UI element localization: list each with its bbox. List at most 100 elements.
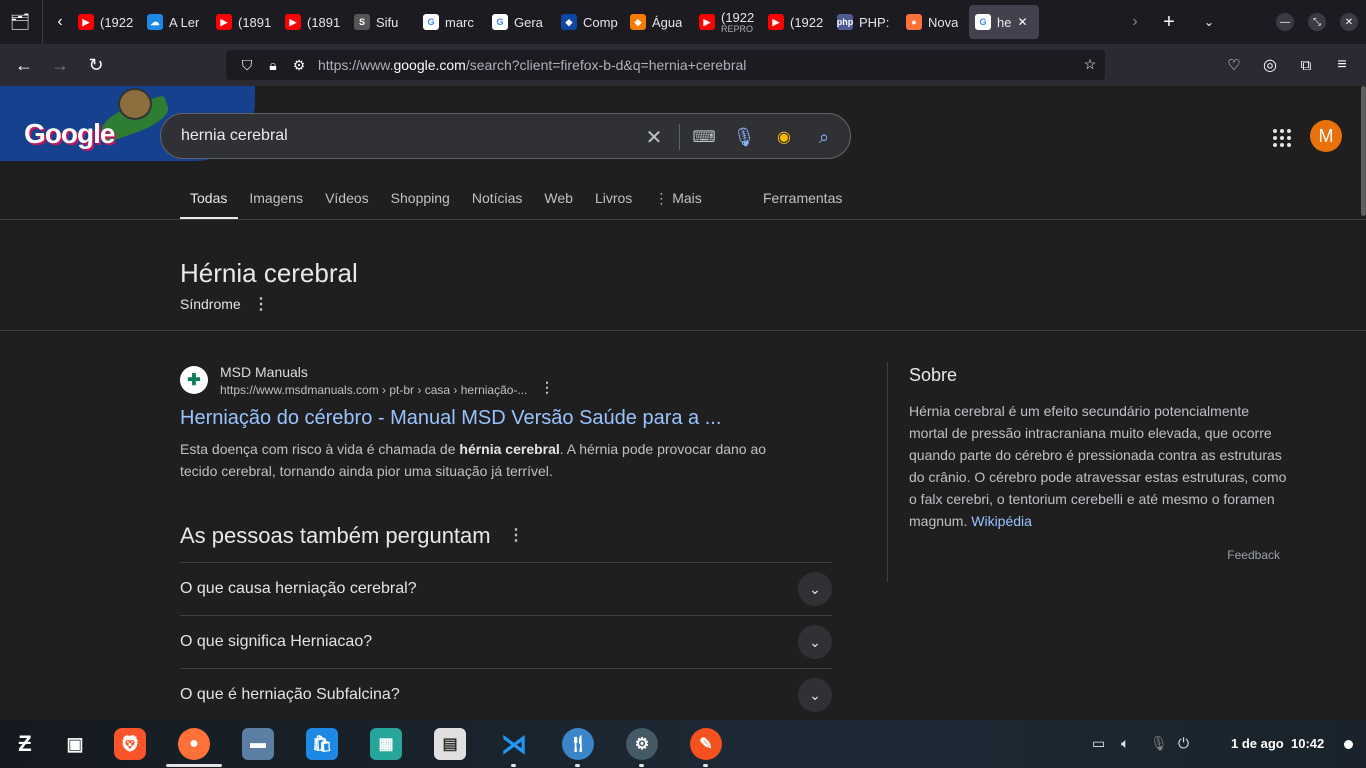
zorin-menu-icon[interactable]: Ƶ bbox=[9, 728, 41, 760]
restore-window-icon[interactable]: ⤡ bbox=[1302, 5, 1332, 39]
text-editor-icon[interactable]: ▤ bbox=[434, 728, 466, 760]
chevron-down-icon[interactable]: ⌄ bbox=[798, 572, 832, 606]
forward-arrow-icon[interactable]: → bbox=[42, 49, 78, 81]
notification-dot-icon[interactable] bbox=[1344, 740, 1353, 749]
account-icon[interactable]: ◎ bbox=[1252, 49, 1288, 81]
list-tabs-chevron-icon[interactable]: ⌄ bbox=[1192, 5, 1226, 39]
paa-question[interactable]: O que causa herniação cerebral? ⌄ bbox=[180, 562, 832, 615]
browser-tab[interactable]: Ghe ✕ bbox=[969, 5, 1039, 39]
browser-tab[interactable]: G Gera bbox=[486, 5, 555, 39]
clear-search-icon[interactable]: ✕ bbox=[641, 124, 667, 150]
new-tab-plus-icon[interactable]: + bbox=[1152, 5, 1186, 39]
system-monitor-icon[interactable]: ▦ bbox=[370, 728, 402, 760]
tab-favicon-icon: php bbox=[837, 14, 853, 30]
minimize-window-icon[interactable]: — bbox=[1270, 5, 1300, 39]
permissions-icon[interactable]: ⚙ bbox=[286, 57, 312, 74]
browser-tab[interactable]: php PHP: bbox=[831, 5, 900, 39]
search-box[interactable]: hernia cerebral ✕ ⌨ 🎙︎ ◉ ⌕ bbox=[160, 113, 851, 159]
close-window-icon[interactable]: ✕ bbox=[1334, 5, 1364, 39]
lock-icon[interactable]: 🔒︎ bbox=[260, 57, 286, 74]
tab-overview-icon[interactable]: 🗂 bbox=[3, 5, 37, 39]
chevron-down-icon[interactable]: ⌄ bbox=[798, 625, 832, 659]
browser-tab[interactable]: ▶ (1891 bbox=[279, 5, 348, 39]
google-apps-grid-icon[interactable] bbox=[1270, 126, 1294, 150]
microphone-icon[interactable]: 🎙︎ bbox=[731, 124, 757, 150]
tab-title: Nova bbox=[928, 14, 959, 30]
search-input[interactable]: hernia cerebral bbox=[181, 127, 288, 145]
volume-icon[interactable]: 🔈︎ bbox=[1121, 735, 1129, 752]
browser-tab[interactable]: ◆ Água bbox=[624, 5, 693, 39]
browser-tab[interactable]: ☁ A Ler bbox=[141, 5, 210, 39]
bookmark-star-icon[interactable]: ☆ bbox=[1077, 56, 1103, 73]
browser-tab[interactable]: ▶ (1922 bbox=[762, 5, 831, 39]
brave-browser-icon[interactable]: 🦁︎ bbox=[114, 728, 146, 760]
microphone-tray-icon[interactable]: 🎙︎ bbox=[1150, 735, 1168, 752]
chevron-down-icon[interactable]: ⌄ bbox=[798, 678, 832, 712]
result-site-name[interactable]: MSD Manuals bbox=[220, 364, 308, 380]
keyboard-icon[interactable]: ⌨ bbox=[691, 124, 717, 150]
menu-hamburger-icon[interactable]: ≡ bbox=[1324, 49, 1360, 81]
pocket-icon[interactable]: ♡ bbox=[1216, 49, 1252, 81]
software-store-icon[interactable]: 🛍︎ bbox=[306, 728, 338, 760]
search-tab-livros[interactable]: Livros bbox=[584, 180, 643, 220]
knowledge-more-options-icon[interactable]: ⋮ bbox=[253, 294, 269, 314]
browser-tab[interactable]: ◆ Comp bbox=[555, 5, 624, 39]
result-url[interactable]: https://www.msdmanuals.com › pt-br › cas… bbox=[220, 383, 527, 397]
feedback-link[interactable]: Feedback bbox=[1227, 548, 1280, 562]
search-tab-todas[interactable]: Todas bbox=[180, 180, 239, 220]
result-more-options-icon[interactable]: ⋮ bbox=[540, 379, 554, 396]
browser-tab[interactable]: ● Nova bbox=[900, 5, 969, 39]
browser-tab[interactable]: ▶ (1891 bbox=[210, 5, 279, 39]
result-title-link[interactable]: Herniação do cérebro - Manual MSD Versão… bbox=[180, 407, 721, 430]
search-icon[interactable]: ⌕ bbox=[811, 124, 837, 150]
clock[interactable]: 1 de ago 10:42 bbox=[1231, 736, 1324, 751]
shield-icon[interactable]: ⛉ bbox=[234, 57, 260, 74]
url-text[interactable]: https://www.google.com/search?client=fir… bbox=[318, 57, 746, 73]
tools-button[interactable]: Ferramentas bbox=[763, 190, 842, 206]
browser-tab[interactable]: ▶ (1922 REPRO bbox=[693, 5, 762, 39]
tab-title: Comp bbox=[583, 14, 618, 30]
tabs-scroll-right-icon[interactable]: › bbox=[1118, 5, 1152, 39]
power-icon[interactable]: ⏻ bbox=[1178, 735, 1189, 752]
reload-icon[interactable]: ↻ bbox=[78, 49, 114, 81]
tab-favicon-icon: G bbox=[975, 14, 991, 30]
more-options-icon: ⋮ bbox=[654, 190, 673, 206]
paa-more-options-icon[interactable]: ⋮ bbox=[508, 525, 524, 545]
tab-title: (1891 bbox=[238, 14, 272, 30]
wikipedia-link[interactable]: Wikipédia bbox=[971, 513, 1032, 529]
tabs-scroll-left-icon[interactable]: ‹ bbox=[45, 5, 75, 39]
files-icon[interactable]: ▬ bbox=[242, 728, 274, 760]
avatar[interactable]: M bbox=[1310, 120, 1342, 152]
tab-favicon-icon: ▶ bbox=[216, 14, 232, 30]
tab-favicon-icon: G bbox=[423, 14, 439, 30]
search-tab-imagens[interactable]: Imagens bbox=[238, 180, 314, 220]
firefox-running-indicator bbox=[166, 764, 222, 767]
paa-question[interactable]: O que significa Herniacao? ⌄ bbox=[180, 615, 832, 668]
search-tab-shopping[interactable]: Shopping bbox=[380, 180, 461, 220]
google-results-page: Google hernia cerebral ✕ ⌨ 🎙︎ ◉ ⌕ M Toda… bbox=[0, 86, 1366, 720]
paa-question[interactable]: O que é herniação Subfalcina? ⌄ bbox=[180, 668, 832, 720]
search-tab-mais[interactable]: ⋮ Mais bbox=[643, 180, 712, 220]
page-scrollbar[interactable] bbox=[1361, 86, 1366, 216]
firefox-icon[interactable]: ● bbox=[178, 728, 210, 760]
tab-title: (1922 REPRO bbox=[721, 10, 755, 34]
search-tab-vídeos[interactable]: Vídeos bbox=[314, 180, 380, 220]
search-tab-web[interactable]: Web bbox=[533, 180, 584, 220]
url-bar[interactable]: ⛉ 🔒︎ ⚙ https://www.google.com/search?cli… bbox=[226, 50, 1105, 80]
browser-tab[interactable]: ▶ (1922 bbox=[72, 5, 141, 39]
browser-tab[interactable]: Gmarc bbox=[417, 5, 486, 39]
kitchen-app-icon[interactable]: 🍴︎ bbox=[562, 728, 594, 760]
network-icon[interactable]: ▭ bbox=[1092, 735, 1105, 752]
search-filter-tabs: Todas Imagens Vídeos Shopping Notícias Web Liv… bbox=[180, 180, 713, 220]
browser-tab[interactable]: S Sifu bbox=[348, 5, 417, 39]
knowledge-subtitle: Síndrome bbox=[180, 296, 241, 312]
google-lens-icon[interactable]: ◉ bbox=[771, 124, 797, 150]
vscode-icon[interactable]: ⋊ bbox=[498, 728, 530, 760]
workspaces-icon[interactable]: ▣ bbox=[59, 728, 91, 760]
back-arrow-icon[interactable]: ← bbox=[6, 49, 42, 81]
drawing-app-icon[interactable]: ✎ bbox=[690, 728, 722, 760]
close-tab-icon[interactable]: ✕ bbox=[1017, 15, 1027, 29]
extensions-icon[interactable]: ⧉ bbox=[1288, 49, 1324, 81]
settings-gear-icon[interactable]: ⚙ bbox=[626, 728, 658, 760]
search-tab-notícias[interactable]: Notícias bbox=[461, 180, 534, 220]
